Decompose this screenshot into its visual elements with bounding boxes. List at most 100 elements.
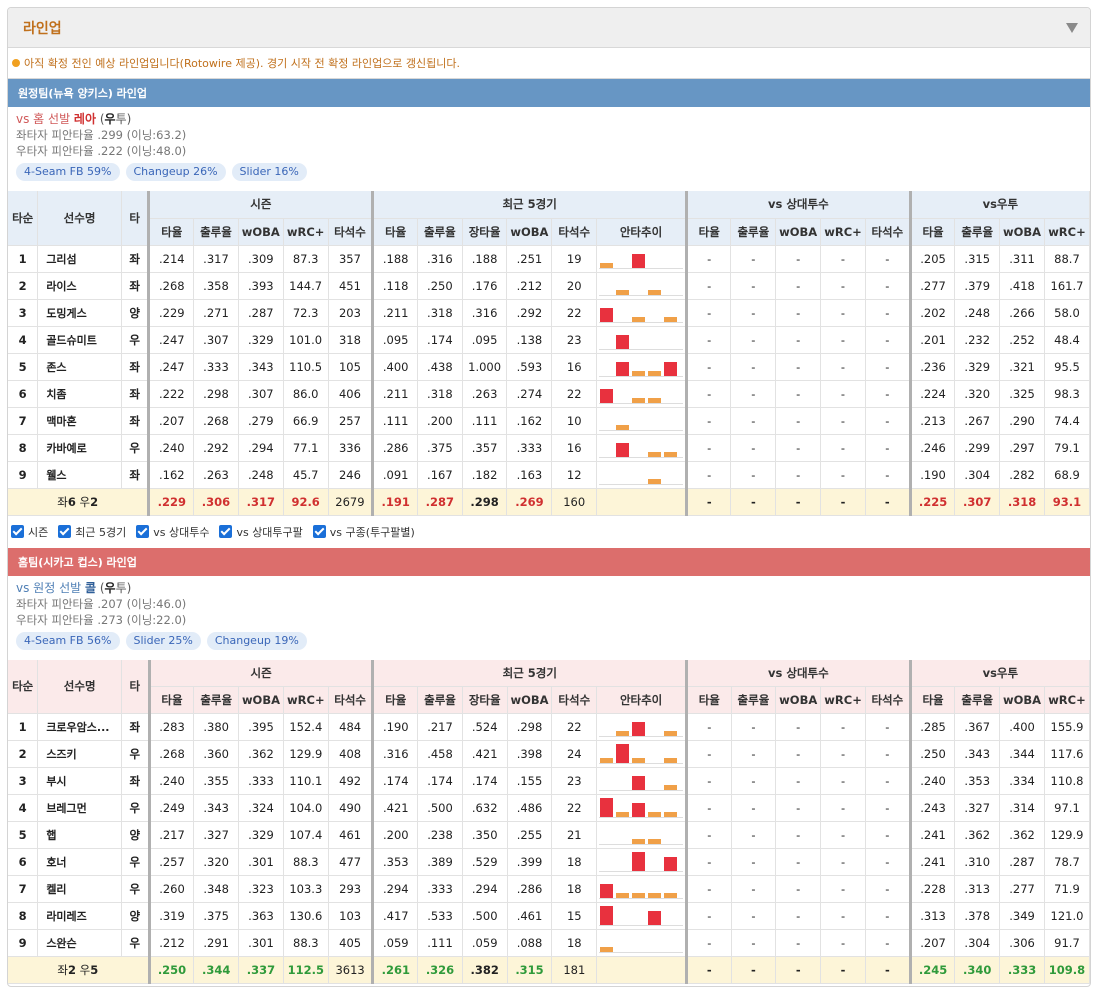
- col-season-1[interactable]: 출루율: [193, 686, 240, 714]
- sparkline-bar: [632, 852, 646, 871]
- filter-checkbox[interactable]: vs 상대투구팔: [219, 524, 303, 540]
- col-season-0[interactable]: 타율: [147, 218, 195, 246]
- player-name[interactable]: 치좀: [37, 380, 122, 408]
- player-name[interactable]: 카바예로: [37, 434, 122, 462]
- player-name[interactable]: 라이스: [37, 272, 122, 300]
- col-recent-2[interactable]: 장타율: [462, 686, 508, 714]
- col-recent-3[interactable]: wOBA: [506, 218, 553, 246]
- season-stat: 461: [328, 821, 374, 849]
- col-vsp-3[interactable]: wRC+: [820, 218, 866, 246]
- col-vsh-3[interactable]: wRC+: [1044, 686, 1090, 714]
- col-vsh-2[interactable]: wOBA: [999, 218, 1045, 246]
- player-row[interactable]: 2 라이스 좌 .268.358.393 144.7 451.118.250.176.21…: [8, 272, 1090, 300]
- player-name[interactable]: 호너: [37, 848, 123, 876]
- col-vsp-3[interactable]: wRC+: [820, 686, 866, 714]
- col-recent-4[interactable]: 타석수: [551, 218, 598, 246]
- col-vsh-2[interactable]: wOBA: [999, 686, 1045, 714]
- col-name[interactable]: 선수명: [37, 191, 122, 246]
- checkbox-checked-icon[interactable]: [136, 525, 150, 538]
- col-vsp-1[interactable]: 출루율: [731, 686, 777, 714]
- player-name[interactable]: 골드슈미트: [37, 326, 122, 354]
- col-recent-0[interactable]: 타율: [371, 218, 418, 246]
- player-name[interactable]: 맥마혼: [37, 407, 122, 435]
- col-recent-5[interactable]: 안타추이: [596, 686, 688, 714]
- col-season-0[interactable]: 타율: [147, 686, 195, 714]
- sparkline-bar: [648, 911, 662, 925]
- col-season-1[interactable]: 출루율: [193, 218, 239, 246]
- col-vsp-0[interactable]: 타율: [684, 218, 732, 246]
- col-vsp-2[interactable]: wOBA: [775, 686, 822, 714]
- col-season-2[interactable]: wOBA: [238, 218, 284, 246]
- col-season-3[interactable]: wRC+: [283, 218, 329, 246]
- checkbox-checked-icon[interactable]: [219, 525, 233, 538]
- player-row[interactable]: 2 스즈키 우 .268.360.362 129.9 408.316.458.421.39…: [8, 740, 1090, 768]
- col-vsp-0[interactable]: 타율: [685, 686, 732, 714]
- col-recent-5[interactable]: 안타추이: [596, 218, 687, 246]
- col-season-4[interactable]: 타석수: [328, 686, 374, 714]
- player-row[interactable]: 6 호너 우 .257.320.301 88.3 477.353.389.529.399 1…: [8, 848, 1090, 876]
- col-season-4[interactable]: 타석수: [328, 218, 374, 246]
- col-vsp-4[interactable]: 타석수: [865, 686, 911, 714]
- col-hand[interactable]: 타: [121, 191, 150, 246]
- checkbox-checked-icon[interactable]: [58, 525, 72, 538]
- player-name[interactable]: 존스: [37, 353, 122, 381]
- player-name[interactable]: 켈리: [37, 875, 123, 903]
- col-recent-0[interactable]: 타율: [371, 686, 419, 714]
- player-name[interactable]: 웰스: [37, 461, 122, 489]
- col-recent-4[interactable]: 타석수: [551, 686, 598, 714]
- player-row[interactable]: 4 골드슈미트 우 .247.307.329 101.0 318.095.174.095.…: [8, 326, 1090, 354]
- player-name[interactable]: 부시: [37, 767, 123, 795]
- col-vsh-1[interactable]: 출루율: [954, 218, 1001, 246]
- checkbox-checked-icon[interactable]: [312, 525, 326, 538]
- collapse-triangle-icon[interactable]: [1066, 22, 1078, 33]
- col-order[interactable]: 타순: [8, 659, 39, 714]
- player-name[interactable]: 도밍게스: [37, 299, 122, 327]
- player-row[interactable]: 5 존스 좌 .247.333.343 110.5 105.400.438 1.000.59…: [8, 353, 1090, 381]
- checkbox-checked-icon[interactable]: [11, 525, 24, 538]
- col-recent-3[interactable]: wOBA: [507, 686, 553, 714]
- player-row[interactable]: 6 치좀 좌 .222.298.307 86.0 406.211.318.263.274 2…: [8, 380, 1090, 408]
- player-row[interactable]: 5 햅 양 .217.327.329 107.4 461.200.238.350.255 2…: [8, 821, 1090, 849]
- player-row[interactable]: 1 그리섬 좌 .214.317.309 87.3 357.188.316.188.251…: [8, 245, 1090, 273]
- col-name[interactable]: 선수명: [37, 659, 123, 714]
- player-name[interactable]: 크로우암스...: [37, 713, 123, 741]
- lineup-header[interactable]: 라인업: [8, 8, 1090, 48]
- filter-checkbox[interactable]: 최근 5경기: [58, 524, 126, 540]
- col-recent-1[interactable]: 출루율: [417, 686, 463, 714]
- filter-checkbox[interactable]: vs 상대투수: [136, 524, 209, 540]
- col-vsp-1[interactable]: 출루율: [730, 218, 777, 246]
- col-vsh-1[interactable]: 출루율: [954, 686, 1001, 714]
- player-name[interactable]: 라미레즈: [37, 902, 123, 930]
- col-season-3[interactable]: wRC+: [283, 686, 329, 714]
- player-row[interactable]: 4 브레그먼 우 .249.343.324 104.0 490.421.500.632.4…: [8, 794, 1090, 822]
- player-row[interactable]: 3 도밍게스 양 .229.271.287 72.3 203.211.318.316.29…: [8, 299, 1090, 327]
- col-recent-2[interactable]: 장타율: [462, 218, 508, 246]
- col-vsh-0[interactable]: 타율: [908, 218, 956, 246]
- recent-stat: 22: [551, 299, 598, 327]
- player-row[interactable]: 8 라미레즈 양 .319.375.363 130.6 103.417.533.500.4…: [8, 902, 1090, 930]
- player-row[interactable]: 9 웰스 좌 .162.263.248 45.7 246.091.167.182.163 1…: [8, 461, 1090, 489]
- col-vsp-2[interactable]: wOBA: [775, 218, 822, 246]
- pitcher-name[interactable]: 콜: [85, 581, 96, 595]
- player-row[interactable]: 1 크로우암스... 좌 .283.380.395 152.4 484.190.217.5…: [8, 713, 1090, 741]
- player-row[interactable]: 8 카바예로 우 .240.292.294 77.1 336.286.375.357.33…: [8, 434, 1090, 462]
- col-order[interactable]: 타순: [8, 191, 39, 246]
- col-vsh-3[interactable]: wRC+: [1044, 218, 1090, 246]
- player-name[interactable]: 브레그먼: [37, 794, 123, 822]
- pitcher-name[interactable]: 레아: [74, 112, 96, 126]
- col-recent-1[interactable]: 출루율: [417, 218, 463, 246]
- filter-checkbox[interactable]: 시즌: [11, 524, 48, 540]
- filter-checkbox[interactable]: vs 구종(투구팔별): [312, 524, 415, 540]
- col-vsh-0[interactable]: 타율: [908, 686, 956, 714]
- player-name[interactable]: 햅: [37, 821, 123, 849]
- col-hand[interactable]: 타: [121, 659, 150, 714]
- col-season-2[interactable]: wOBA: [238, 686, 284, 714]
- player-name[interactable]: 스즈키: [37, 740, 123, 768]
- player-row[interactable]: 7 맥마혼 좌 .207.268.279 66.9 257.111.200.111.162…: [8, 407, 1090, 435]
- player-row[interactable]: 3 부시 좌 .240.355.333 110.1 492.174.174.174.155…: [8, 767, 1090, 795]
- col-vsp-4[interactable]: 타석수: [865, 218, 911, 246]
- player-name[interactable]: 그리섬: [37, 245, 122, 273]
- player-name[interactable]: 스완슨: [37, 929, 123, 957]
- player-row[interactable]: 9 스완슨 우 .212.291.301 88.3 405.059.111.059.088…: [8, 929, 1090, 957]
- player-row[interactable]: 7 켈리 우 .260.348.323 103.3 293.294.333.294.286…: [8, 875, 1090, 903]
